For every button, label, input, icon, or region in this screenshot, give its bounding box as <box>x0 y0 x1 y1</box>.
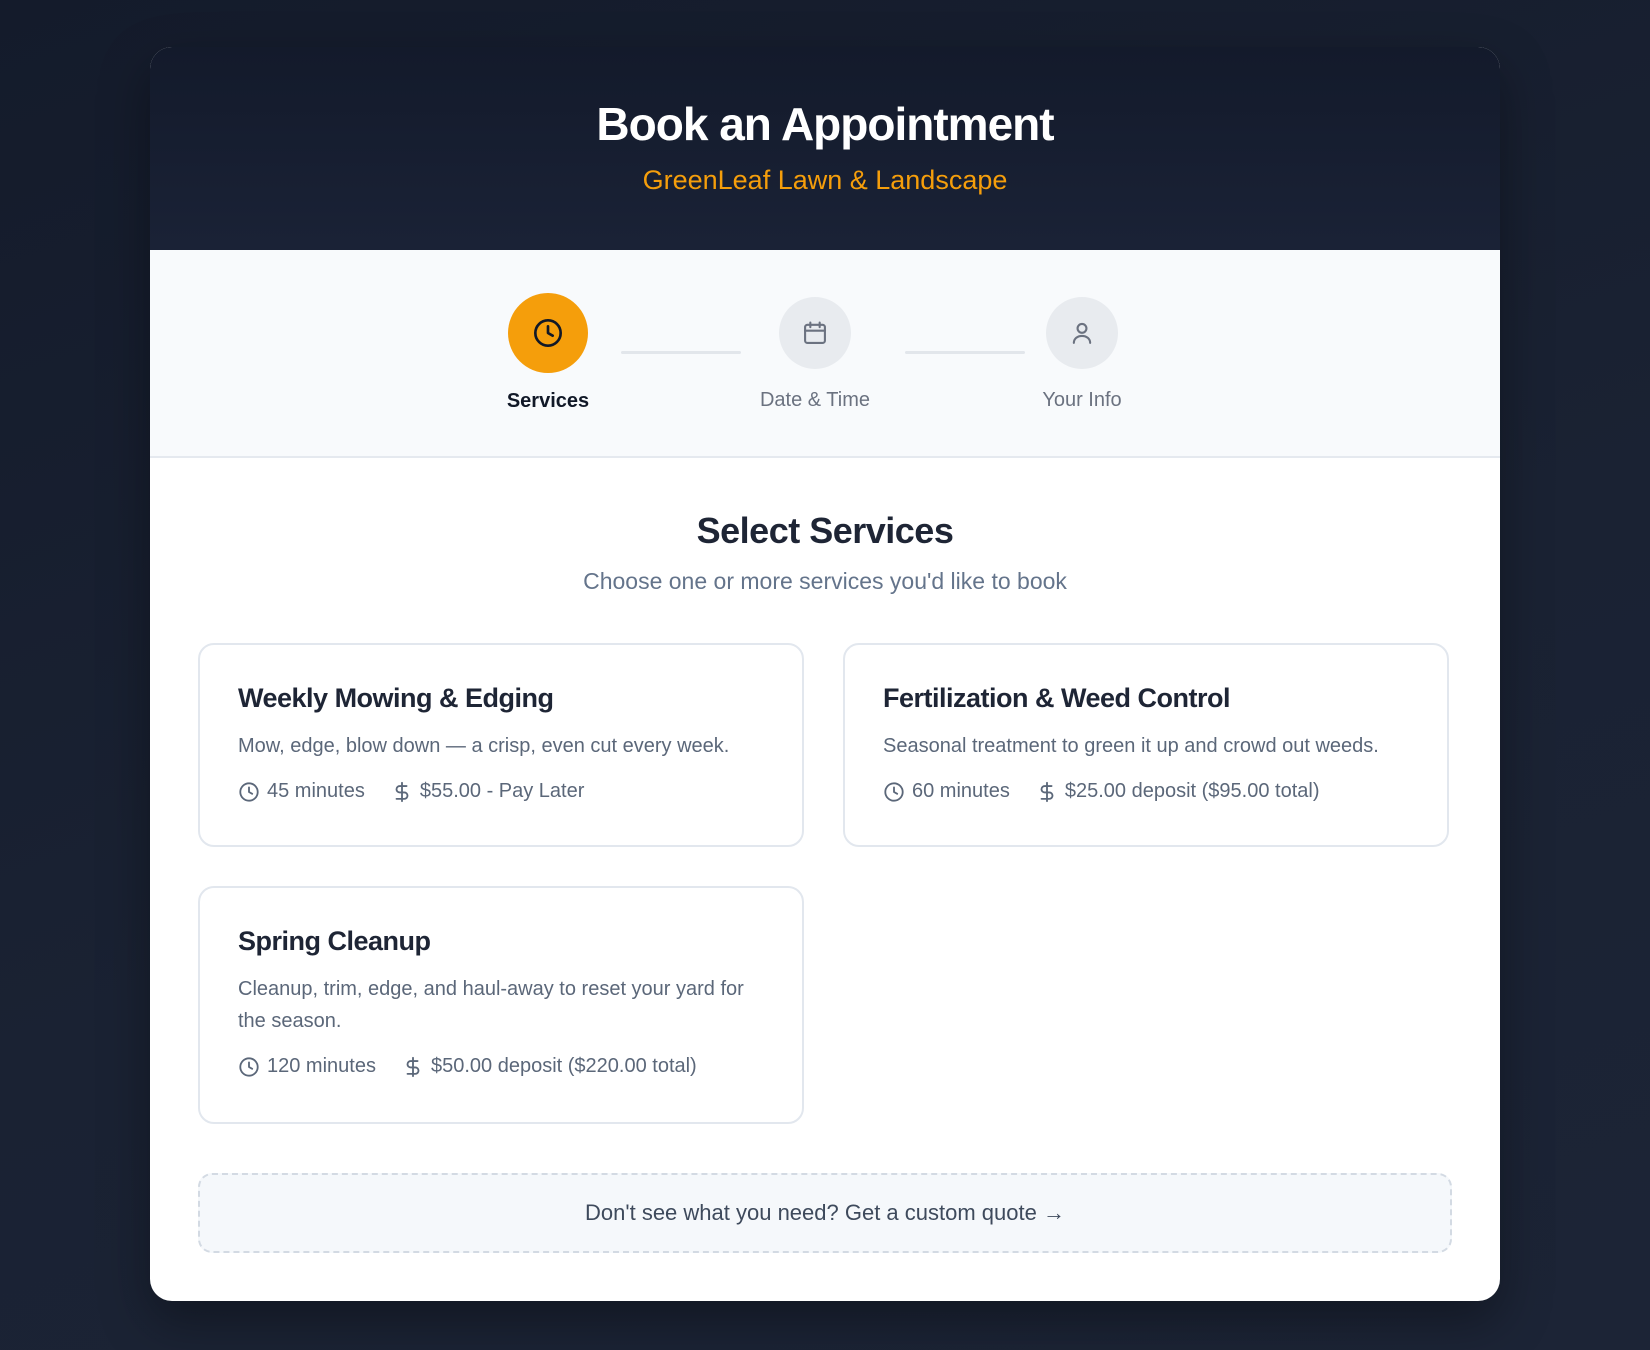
price-text: $50.00 deposit ($220.00 total) <box>430 1055 697 1077</box>
service-description: Mow, edge, blow down — a crisp, even cut… <box>238 735 730 757</box>
step-date-time-label: Date & Time <box>759 389 871 411</box>
custom-quote-link[interactable]: Don't see what you need? Get a custom qu… <box>198 1173 1452 1253</box>
dollar-icon <box>395 781 409 802</box>
service-card[interactable]: Fertilization & Weed Control Seasonal tr… <box>843 643 1449 847</box>
service-name: Fertilization & Weed Control <box>883 683 1231 713</box>
booking-card: Book an Appointment GreenLeaf Lawn & Lan… <box>150 47 1500 1301</box>
service-meta: 45 minutes $55.00 - Pay Later <box>238 780 764 803</box>
progress-steps: Services Date & Time Your Info <box>150 250 1500 458</box>
dollar-icon <box>406 1056 420 1077</box>
section-title: Select Services <box>696 510 954 551</box>
service-duration: 60 minutes <box>883 780 1010 803</box>
service-duration: 45 minutes <box>238 780 365 803</box>
step-your-info[interactable]: Your Info <box>997 250 1167 412</box>
duration-text: 60 minutes <box>912 780 1010 802</box>
step-services[interactable]: Services <box>463 250 633 413</box>
clock-icon <box>884 781 904 802</box>
step-your-info-circle <box>1046 297 1118 369</box>
service-name: Weekly Mowing & Edging <box>238 683 554 713</box>
step-connector <box>621 351 741 354</box>
step-date-time-circle <box>779 297 851 369</box>
booking-header: Book an Appointment GreenLeaf Lawn & Lan… <box>150 47 1500 250</box>
duration-text: 45 minutes <box>267 780 365 802</box>
service-card[interactable]: Weekly Mowing & Edging Mow, edge, blow d… <box>198 643 804 847</box>
dollar-icon <box>1040 781 1054 802</box>
calendar-icon <box>804 321 826 344</box>
service-duration: 120 minutes <box>238 1055 376 1078</box>
step-date-time[interactable]: Date & Time <box>730 250 900 412</box>
service-name: Spring Cleanup <box>238 926 431 956</box>
price-text: $25.00 deposit ($95.00 total) <box>1064 780 1320 802</box>
clock-icon <box>239 781 259 802</box>
step-services-label: Services <box>506 390 590 412</box>
services-section: Select Services Choose one or more servi… <box>150 510 1500 595</box>
duration-text: 120 minutes <box>267 1055 376 1077</box>
service-price: $55.00 - Pay Later <box>391 780 585 803</box>
service-meta: 60 minutes $25.00 deposit ($95.00 total) <box>883 780 1409 803</box>
service-card[interactable]: Spring Cleanup Cleanup, trim, edge, and … <box>198 886 804 1124</box>
service-description: Cleanup, trim, edge, and haul-away to re… <box>238 978 744 1032</box>
page-title: Book an Appointment <box>596 98 1054 150</box>
service-price: $50.00 deposit ($220.00 total) <box>402 1055 697 1078</box>
clock-icon <box>239 1056 259 1077</box>
service-description: Seasonal treatment to green it up and cr… <box>883 735 1379 757</box>
step-your-info-label: Your Info <box>1042 389 1122 411</box>
clock-icon <box>534 319 562 347</box>
service-meta: 120 minutes $50.00 deposit ($220.00 tota… <box>238 1055 764 1078</box>
service-price: $25.00 deposit ($95.00 total) <box>1036 780 1320 803</box>
business-name: GreenLeaf Lawn & Landscape <box>642 164 1008 195</box>
user-icon <box>1072 322 1092 344</box>
price-text: $55.00 - Pay Later <box>419 780 585 802</box>
step-services-circle <box>508 293 588 373</box>
section-subtitle: Choose one or more services you'd like t… <box>583 568 1067 594</box>
